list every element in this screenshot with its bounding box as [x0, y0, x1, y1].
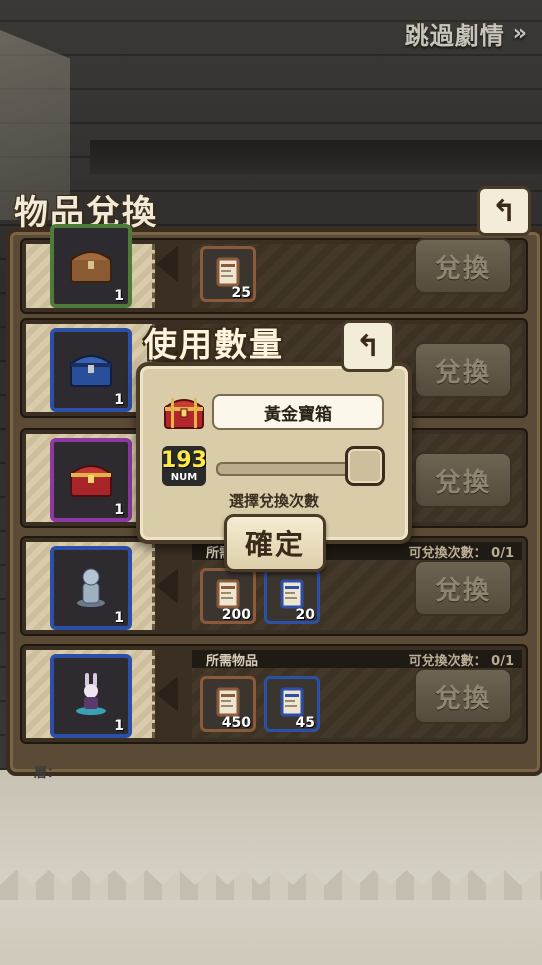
background-beam [90, 140, 542, 174]
count-display: 193 NUM [161, 446, 207, 486]
exchange-button[interactable]: 兌換 [414, 452, 512, 508]
exchange-count: 可兌換次數： 0/1 [408, 653, 514, 669]
required-item[interactable]: 25 [200, 246, 256, 302]
required-item[interactable]: 20 [264, 568, 320, 624]
wooden-chest-icon [68, 244, 114, 288]
arrow-left-icon [156, 246, 178, 282]
item-quantity: 1 [114, 392, 124, 408]
item-quantity: 1 [114, 502, 124, 518]
exchange-row: 1 所需物品 可兌換次數： 0/1 450 45 兌換 [20, 644, 528, 744]
item-quantity: 1 [114, 288, 124, 304]
exchange-button[interactable]: 兌換 [414, 668, 512, 724]
exchange-button[interactable]: 兌換 [414, 560, 512, 616]
requirements-label: 所需物品 [206, 653, 259, 669]
required-item[interactable]: 45 [264, 676, 320, 732]
dialog-back-button[interactable]: ↰ [341, 320, 395, 372]
required-amount: 45 [295, 715, 315, 731]
dialog-title: 使用數量 [144, 325, 284, 364]
dialog-hint: 選擇兌換次數 [228, 492, 319, 510]
item-name-field: 黃金寶箱 [212, 394, 384, 430]
reward-item[interactable]: 1 [50, 328, 132, 412]
skip-story-button[interactable]: 跳過劇情 » [405, 16, 528, 51]
count-value: 193 [161, 447, 207, 473]
blue-chest-icon [68, 348, 114, 392]
slider-handle[interactable] [345, 446, 385, 486]
reward-item[interactable]: 1 [50, 546, 132, 630]
panel-back-button[interactable]: ↰ [477, 186, 531, 236]
back-arrow-icon: ↰ [355, 328, 381, 364]
gold-chest-icon [164, 398, 204, 429]
arrow-left-icon [156, 568, 178, 604]
required-amount: 200 [221, 607, 251, 623]
red-chest-icon [68, 458, 114, 502]
required-item[interactable]: 200 [200, 568, 256, 624]
exchange-row: 1 25 兌換 [20, 224, 528, 314]
reward-item[interactable]: 1 [50, 224, 132, 308]
count-unit: NUM [170, 471, 198, 483]
quantity-slider[interactable] [216, 462, 366, 476]
confirm-button[interactable]: 確定 [224, 514, 326, 572]
reward-item[interactable]: 1 [50, 438, 132, 522]
reward-item[interactable]: 1 [50, 654, 132, 738]
item-quantity: 1 [114, 610, 124, 626]
back-arrow-icon: ↰ [491, 193, 517, 229]
required-amount: 450 [221, 715, 251, 731]
required-item[interactable]: 450 [200, 676, 256, 732]
required-amount: 20 [295, 607, 315, 623]
exchange-button[interactable]: 兌換 [414, 238, 512, 294]
exchange-count: 可兌換次數： 0/1 [408, 545, 514, 561]
requirements-header: 所需物品 可兌換次數： 0/1 [192, 650, 522, 669]
exchange-button[interactable]: 兌換 [414, 342, 512, 398]
background-floor [0, 770, 542, 965]
skip-story-label: 跳過劇情 [404, 22, 505, 50]
item-quantity: 1 [114, 718, 124, 734]
fast-forward-icon: » [512, 21, 528, 46]
floor-label: 層： [34, 766, 61, 781]
rabbit-figure-icon [71, 671, 111, 721]
arrow-left-icon [156, 676, 178, 712]
slider-fill [218, 464, 364, 474]
stone-statue-icon [71, 563, 111, 613]
required-amount: 25 [231, 285, 251, 301]
